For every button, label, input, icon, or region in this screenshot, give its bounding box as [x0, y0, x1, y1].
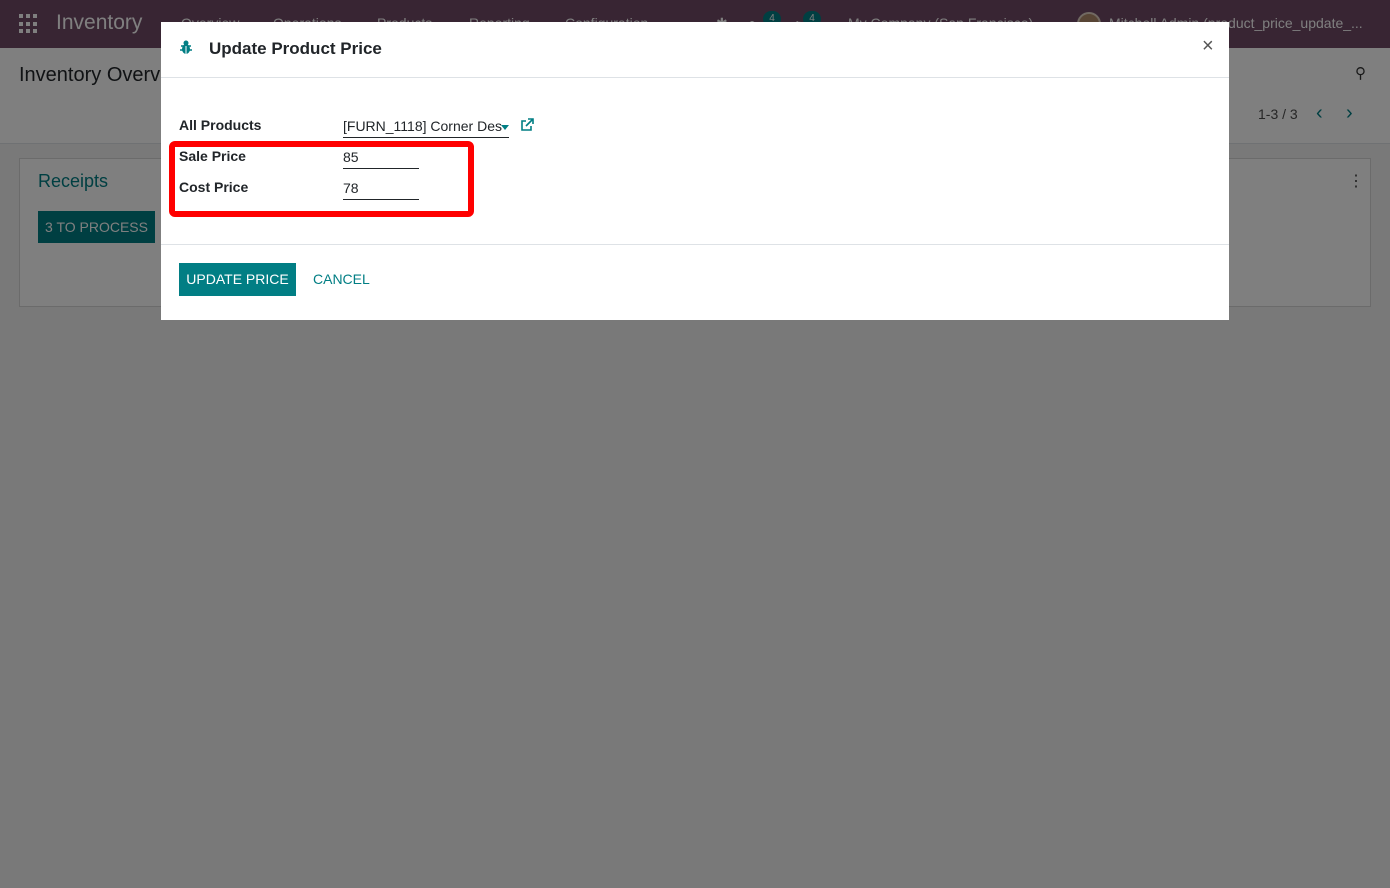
bug-icon	[180, 40, 192, 54]
product-select-input[interactable]	[343, 118, 509, 138]
dialog-title: Update Product Price	[209, 39, 382, 58]
dialog-header: Update Product Price ×	[161, 22, 1229, 78]
close-icon[interactable]: ×	[1202, 35, 1214, 58]
update-price-button[interactable]: UPDATE PRICE	[179, 263, 296, 296]
highlight-annotation	[169, 141, 474, 217]
all-products-label: All Products	[179, 117, 262, 133]
external-link-icon[interactable]	[520, 118, 534, 132]
cancel-button[interactable]: CANCEL	[313, 263, 370, 296]
dialog-footer: UPDATE PRICE CANCEL	[161, 244, 1229, 320]
dropdown-caret-icon[interactable]	[501, 125, 509, 130]
